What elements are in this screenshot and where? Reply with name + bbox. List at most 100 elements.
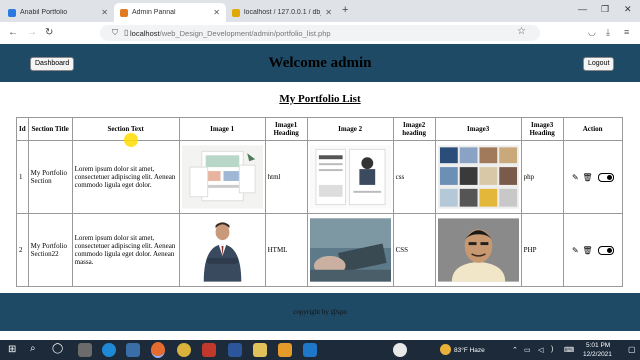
column-header: Image1 Heading: [264, 117, 308, 141]
vscode-icon[interactable]: [303, 343, 317, 357]
table-header-row: Id Section Title Section Text Image 1 Im…: [16, 117, 623, 141]
window-close-icon[interactable]: ✕: [624, 4, 632, 15]
tab-phpmyadmin[interactable]: localhost / 127.0.0.1 / db_saiful ✕: [226, 3, 338, 22]
edit-icon[interactable]: ✎: [572, 246, 579, 255]
tab-admin-pannal[interactable]: Admin Pannal ✕: [114, 3, 226, 22]
close-icon[interactable]: ✕: [101, 8, 108, 17]
row-image2: [306, 140, 394, 214]
column-header: Image3 Heading: [520, 117, 564, 141]
help-icon[interactable]: [393, 343, 407, 357]
row-section-title: My Portfolio Section22: [27, 213, 73, 287]
table-row: 2 My Portfolio Section22 Lorem ipsum dol…: [16, 213, 623, 287]
row-section-text: Lorem ipsum dolor sit amet, consectetuer…: [71, 140, 180, 214]
status-toggle[interactable]: [598, 245, 615, 255]
column-header: Action: [562, 117, 623, 141]
app-icon[interactable]: [253, 343, 267, 357]
row-image1: [178, 140, 266, 214]
row-image3: [434, 140, 522, 214]
businessman-photo: [181, 218, 263, 282]
column-header: Section Title: [27, 117, 73, 141]
weather-icon: [440, 344, 451, 355]
pocket-icon[interactable]: ◡: [588, 27, 596, 38]
column-header: Image 1: [178, 117, 266, 141]
network-icon[interactable]: ▭: [524, 346, 531, 354]
close-icon[interactable]: ✕: [213, 8, 220, 17]
new-tab-plus-icon[interactable]: +: [342, 4, 348, 16]
forward-arrow-icon[interactable]: →: [27, 27, 37, 38]
logout-button[interactable]: Logout: [583, 57, 615, 71]
row-image3-heading: php: [520, 140, 564, 214]
word-icon[interactable]: [228, 343, 242, 357]
clock-date[interactable]: 12/2/2021: [583, 351, 612, 358]
portfolio-page-image: [309, 145, 391, 209]
url-path: /web_Design_Development/admin/portfolio_…: [159, 28, 331, 38]
speaker-icon[interactable]: ◁: [538, 346, 543, 354]
row-image3-heading: PHP: [520, 213, 564, 287]
page-icon: [120, 8, 128, 17]
cursor-highlight: [124, 133, 138, 147]
firefox-icon[interactable]: [151, 342, 165, 358]
trash-icon[interactable]: 🗑: [582, 246, 592, 255]
row-id: 2: [16, 213, 29, 287]
table-row: 1 My Portfolio Section Lorem ipsum dolor…: [16, 140, 623, 214]
clock-time[interactable]: 5:01 PM: [586, 342, 610, 349]
welcome-heading: Welcome admin: [268, 55, 372, 71]
xampp-icon[interactable]: [278, 343, 292, 357]
app-icon[interactable]: [202, 343, 216, 357]
portrait-illustration: [437, 218, 519, 282]
file-explorer-icon[interactable]: [78, 343, 92, 357]
windows-taskbar: [0, 340, 640, 360]
row-image1-heading: HTML: [264, 213, 308, 287]
page-info-icon[interactable]: ▯: [124, 28, 128, 37]
reload-icon[interactable]: ↻: [45, 27, 53, 38]
column-header: Id: [16, 117, 29, 141]
chrome-icon[interactable]: [177, 343, 191, 357]
column-header: Image3: [434, 117, 522, 141]
row-actions: ✎ 🗑: [562, 213, 623, 287]
back-arrow-icon[interactable]: ←: [8, 27, 18, 38]
shield-icon[interactable]: ⛉: [112, 28, 118, 38]
volume-icon[interactable]: ): [551, 346, 553, 353]
url-host: localhost: [130, 28, 160, 38]
row-image2: [306, 213, 394, 287]
row-section-title: My Portfolio Section: [27, 140, 73, 214]
store-icon[interactable]: [126, 343, 140, 357]
address-bar[interactable]: localhost/web_Design_Development/admin/p…: [100, 25, 540, 41]
copyright-text: copyright by @spn: [293, 308, 347, 316]
task-view-icon[interactable]: ◯: [52, 343, 66, 357]
row-actions: ✎ 🗑: [562, 140, 623, 214]
row-image2-heading: CSS: [392, 213, 436, 287]
menu-icon[interactable]: ≡: [624, 27, 629, 37]
row-image1: [178, 213, 266, 287]
trash-icon[interactable]: 🗑: [582, 173, 592, 182]
row-image1-heading: html: [264, 140, 308, 214]
weather-text[interactable]: 83°F Haze: [454, 347, 485, 354]
globe-icon: [8, 8, 16, 17]
language-icon[interactable]: ⌨: [564, 346, 574, 354]
column-header: Image2 heading: [392, 117, 436, 141]
minimize-icon[interactable]: —: [578, 4, 587, 14]
photo-collage-image: [437, 145, 519, 209]
bookmark-star-icon[interactable]: ☆: [517, 26, 526, 37]
edit-icon[interactable]: ✎: [572, 173, 579, 182]
status-toggle[interactable]: [598, 172, 615, 182]
download-icon[interactable]: ⤓: [606, 27, 610, 38]
restore-icon[interactable]: ❐: [601, 4, 609, 15]
notifications-icon[interactable]: ▢: [628, 345, 636, 354]
portfolio-table: Id Section Title Section Text Image 1 Im…: [16, 117, 623, 287]
close-icon[interactable]: ✕: [325, 8, 332, 17]
search-icon[interactable]: ⌕: [30, 343, 44, 357]
windows-start-icon[interactable]: ⊞: [8, 344, 22, 358]
row-image2-heading: css: [392, 140, 436, 214]
page-title: My Portfolio List: [279, 93, 361, 105]
website-mockup-image: [181, 145, 263, 209]
tab-anabil-portfolio[interactable]: Anabil Portfolio ✕: [2, 3, 114, 22]
row-image3: [434, 213, 522, 287]
row-section-text: Lorem ipsum dolor sit amet, consectetuer…: [71, 213, 180, 287]
laptop-photo: [309, 218, 391, 282]
tray-arrow-icon[interactable]: ⌃: [512, 346, 518, 354]
phpmyadmin-icon: [232, 8, 240, 17]
column-header: Image 2: [306, 117, 394, 141]
row-id: 1: [16, 140, 29, 214]
edge-icon[interactable]: [102, 343, 116, 357]
